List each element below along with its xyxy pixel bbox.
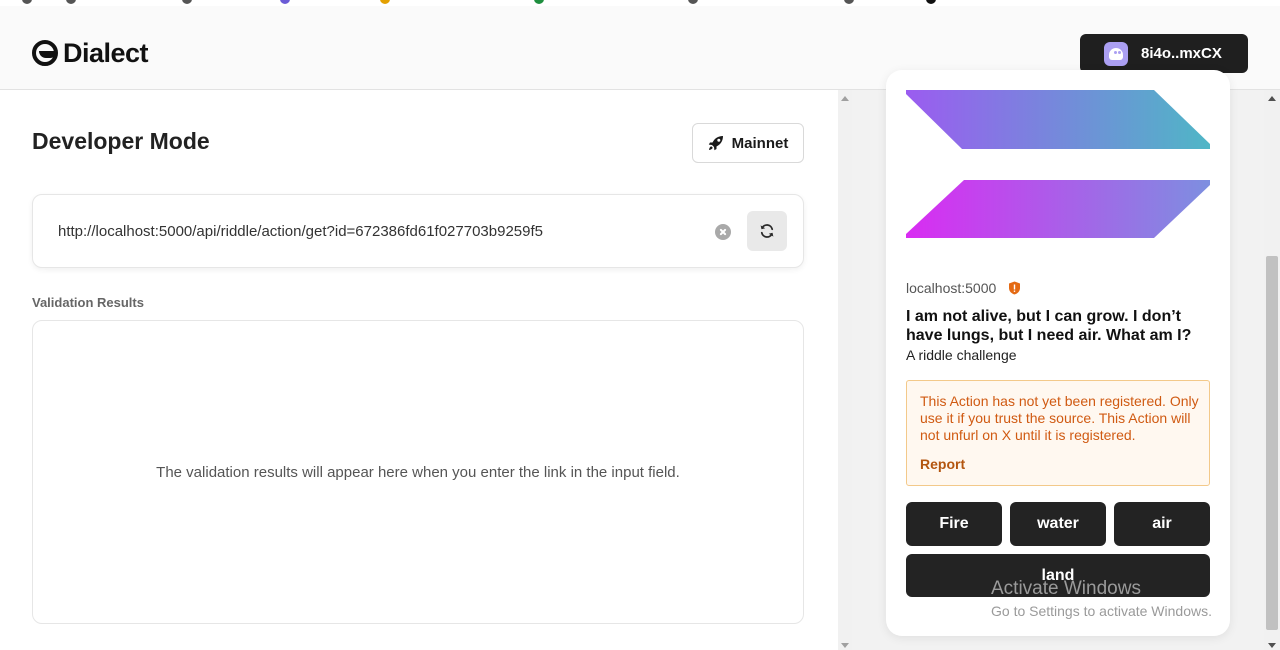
option-button-land[interactable]: land	[906, 554, 1210, 597]
blink-preview-panel: localhost:5000 I am not alive, but I can…	[852, 70, 1264, 650]
bookmark-icon[interactable]	[380, 0, 390, 4]
bookmark-icon[interactable]	[534, 0, 544, 4]
blink-image	[906, 90, 1210, 238]
scroll-up-arrow-icon[interactable]	[1268, 96, 1276, 101]
blink-description: A riddle challenge	[906, 347, 1017, 363]
bookmark-icon[interactable]	[182, 0, 192, 4]
validation-results-label: Validation Results	[32, 295, 144, 310]
bookmark-icon[interactable]	[66, 0, 76, 4]
solana-bar-top	[906, 90, 1210, 149]
wallet-button[interactable]: 8i4o..mxCX	[1080, 34, 1248, 73]
blink-title: I am not alive, but I can grow. I don’t …	[906, 308, 1192, 344]
blink-domain-row: localhost:5000	[906, 280, 1021, 296]
refresh-button[interactable]	[747, 211, 787, 251]
rocket-icon	[708, 136, 723, 151]
refresh-icon	[760, 224, 774, 238]
apps-icon[interactable]	[22, 0, 32, 4]
bookmark-icon[interactable]	[280, 0, 290, 4]
scroll-down-arrow-icon[interactable]	[841, 643, 849, 648]
validation-placeholder-text: The validation results will appear here …	[156, 463, 680, 481]
wallet-address: 8i4o..mxCX	[1141, 45, 1222, 62]
network-button[interactable]: Mainnet	[692, 123, 804, 163]
scrollbar-thumb[interactable]	[1266, 256, 1278, 630]
action-url-card: http://localhost:5000/api/riddle/action/…	[32, 194, 804, 268]
blink-domain[interactable]: localhost:5000	[906, 280, 996, 296]
blink-card: localhost:5000 I am not alive, but I can…	[886, 70, 1230, 636]
warning-text: This Action has not yet been registered.…	[920, 393, 1199, 443]
bookmark-icon[interactable]	[688, 0, 698, 4]
warning-shield-icon	[1009, 281, 1021, 295]
action-url-input[interactable]: http://localhost:5000/api/riddle/action/…	[58, 223, 698, 240]
option-button-water[interactable]: water	[1010, 502, 1106, 546]
dialect-logo-icon	[32, 40, 58, 66]
bookmark-icon[interactable]	[926, 0, 936, 4]
validation-results-box: The validation results will appear here …	[32, 320, 804, 624]
clear-icon[interactable]	[715, 224, 731, 240]
brand-name: Dialect	[63, 37, 149, 68]
unregistered-warning: This Action has not yet been registered.…	[906, 380, 1210, 486]
bookmark-icon[interactable]	[844, 0, 854, 4]
solana-bar-middle	[906, 180, 1210, 238]
option-button-air[interactable]: air	[1114, 502, 1210, 546]
network-label: Mainnet	[731, 134, 789, 152]
option-button-fire[interactable]: Fire	[906, 502, 1002, 546]
dialect-logo[interactable]: Dialect	[32, 37, 149, 68]
phantom-wallet-icon	[1104, 41, 1128, 66]
page-title: Developer Mode	[32, 128, 210, 154]
scroll-up-arrow-icon[interactable]	[841, 96, 849, 101]
left-scrollbar[interactable]	[838, 90, 852, 650]
report-link[interactable]: Report	[920, 456, 965, 472]
developer-panel: Developer Mode Mainnet http://localhost:…	[0, 90, 838, 650]
scroll-down-arrow-icon[interactable]	[1268, 643, 1276, 648]
right-scrollbar[interactable]	[1264, 90, 1280, 650]
